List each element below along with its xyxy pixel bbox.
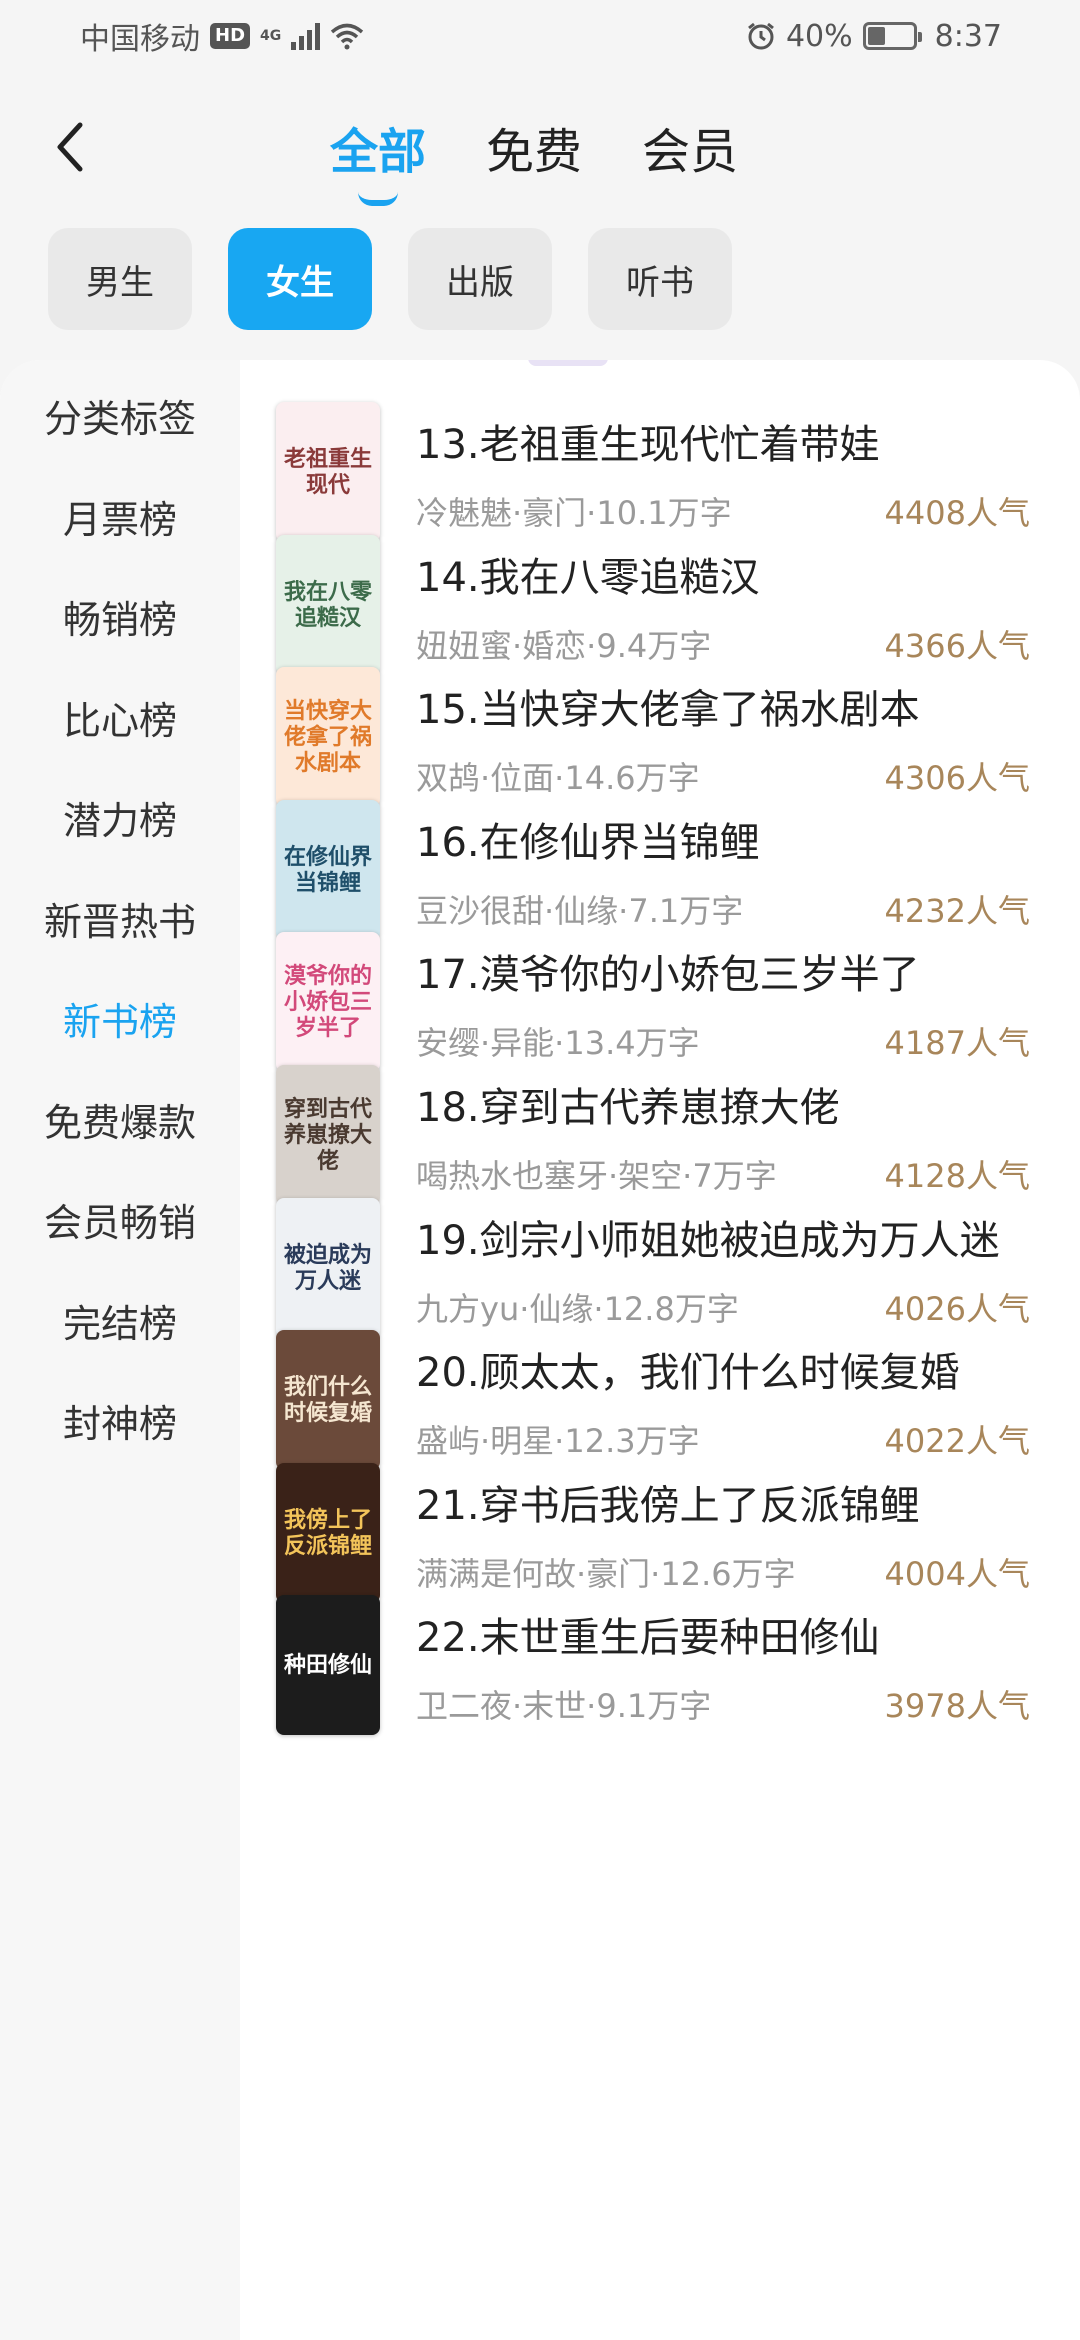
tab-active-indicator	[358, 192, 398, 206]
top-tab-label: 会员	[642, 124, 739, 180]
top-tab-2[interactable]: 会员	[642, 90, 738, 182]
sidebar-item-8[interactable]: 会员畅销	[0, 1192, 240, 1247]
book-cover[interactable]: 老祖重生现代	[276, 402, 380, 542]
book-title[interactable]: 22.末世重生后要种田修仙	[416, 1605, 880, 1663]
book-cover[interactable]: 当快穿大佬拿了祸水剧本	[276, 667, 380, 808]
book-title[interactable]: 19.剑宗小师姐她被迫成为万人迷	[416, 1208, 1000, 1266]
book-meta: 冷魅魅·豪门·10.1万字	[416, 494, 732, 532]
book-popularity: 4026人气	[884, 1289, 1030, 1328]
book-title[interactable]: 16.在修仙界当锦鲤	[416, 810, 760, 868]
top-tab-0[interactable]: 全部	[330, 90, 427, 206]
book-meta: 安缨·异能·13.4万字	[416, 1024, 700, 1063]
network-type: 4G	[260, 28, 282, 44]
book-cover[interactable]: 我傍上了反派锦鲤	[276, 1462, 380, 1603]
sidebar-item-4[interactable]: 潜力榜	[0, 790, 240, 845]
book-cover[interactable]: 我在八零追糙汉	[276, 534, 380, 675]
book-meta: 满满是何故·豪门·12.6万字	[416, 1554, 796, 1593]
book-popularity: 4022人气	[884, 1422, 1030, 1461]
chip-1[interactable]: 女生	[228, 228, 372, 330]
top-tab-label: 免费	[486, 124, 583, 180]
book-popularity: 4187人气	[884, 1024, 1030, 1063]
sidebar-item-9[interactable]: 完结榜	[0, 1293, 240, 1348]
book-row[interactable]: 种田修仙 22.末世重生后要种田修仙卫二夜·末世·9.1万字 3978人气	[240, 1595, 1080, 1793]
book-popularity: 4004人气	[884, 1554, 1030, 1593]
clock: 8:37	[934, 18, 1002, 54]
chip-3[interactable]: 听书	[588, 228, 732, 330]
book-popularity: 4306人气	[884, 759, 1030, 798]
book-title[interactable]: 15.当快穿大佬拿了祸水剧本	[416, 677, 920, 735]
signal-icon	[291, 22, 321, 50]
book-title[interactable]: 20.顾太太，我们什么时候复婚	[416, 1340, 960, 1398]
book-popularity: 4408人气	[884, 494, 1030, 532]
battery-percent: 40%	[785, 18, 853, 54]
ranking-sidebar: 分类标签月票榜畅销榜比心榜潜力榜新晋热书新书榜免费爆款会员畅销完结榜封神榜	[0, 360, 240, 2340]
book-meta: 盛屿·明星·12.3万字	[416, 1422, 700, 1461]
status-left: 中国移动 HD 4G	[80, 14, 364, 58]
book-title[interactable]: 17.漠爷你的小娇包三岁半了	[416, 942, 920, 1000]
sidebar-item-0[interactable]: 分类标签	[0, 388, 240, 443]
top-tab-label: 全部	[330, 124, 427, 180]
book-cover[interactable]: 种田修仙	[276, 1595, 380, 1736]
sidebar-item-6[interactable]: 新书榜	[0, 991, 240, 1046]
sidebar-item-3[interactable]: 比心榜	[0, 690, 240, 745]
sidebar-item-5[interactable]: 新晋热书	[0, 891, 240, 946]
book-title[interactable]: 18.穿到古代养崽撩大佬	[416, 1075, 840, 1133]
chip-2[interactable]: 出版	[408, 228, 552, 330]
book-meta: 双鸪·位面·14.6万字	[416, 759, 700, 798]
battery-icon	[862, 22, 922, 50]
sidebar-item-2[interactable]: 畅销榜	[0, 589, 240, 644]
alarm-icon	[748, 22, 774, 50]
book-popularity: 3978人气	[884, 1687, 1030, 1726]
book-popularity: 4128人气	[884, 1157, 1030, 1195]
sidebar-item-7[interactable]: 免费爆款	[0, 1092, 240, 1147]
book-meta: 喝热水也塞牙·架空·7万字	[416, 1157, 777, 1195]
status-bar: 中国移动 HD 4G 40% 8:37	[0, 0, 1080, 72]
back-button[interactable]	[44, 112, 94, 182]
book-cover[interactable]: 穿到古代养崽撩大佬	[276, 1065, 380, 1205]
book-meta: 九方yu·仙缘·12.8万字	[416, 1289, 739, 1328]
top-nav: 全部 免费 会员	[0, 90, 1080, 206]
book-meta: 卫二夜·末世·9.1万字	[416, 1687, 712, 1726]
book-title[interactable]: 13.老祖重生现代忙着带娃	[416, 412, 880, 470]
book-meta: 豆沙很甜·仙缘·7.1万字	[416, 891, 744, 930]
top-tabs: 全部 免费 会员	[330, 90, 738, 206]
book-cover[interactable]: 我们什么时候复婚	[276, 1330, 380, 1471]
book-meta: 妞妞蜜·婚恋·9.4万字	[416, 626, 712, 665]
book-list[interactable]: 老祖重生现代 13.老祖重生现代忙着带娃冷魅魅·豪门·10.1万字 4408人气我在…	[240, 360, 1080, 2340]
chevron-left-icon	[57, 122, 83, 172]
carrier-name: 中国移动	[80, 22, 200, 57]
sidebar-item-10[interactable]: 封神榜	[0, 1393, 240, 1448]
book-title[interactable]: 14.我在八零追糙汉	[416, 545, 760, 603]
book-cover[interactable]: 被迫成为万人迷	[276, 1197, 380, 1338]
cover-peek	[528, 360, 608, 366]
status-right: 40% 8:37	[746, 19, 1002, 54]
battery-fill	[867, 27, 886, 45]
hd-badge: HD	[210, 23, 251, 49]
sidebar-item-1[interactable]: 月票榜	[0, 489, 240, 544]
ranking-panel: 分类标签月票榜畅销榜比心榜潜力榜新晋热书新书榜免费爆款会员畅销完结榜封神榜 老祖…	[0, 360, 1080, 2340]
wifi-icon	[331, 23, 364, 50]
book-cover[interactable]: 在修仙界当锦鲤	[276, 799, 380, 940]
book-title[interactable]: 21.穿书后我傍上了反派锦鲤	[416, 1473, 920, 1531]
book-popularity: 4232人气	[884, 891, 1030, 930]
top-tab-1[interactable]: 免费	[486, 90, 582, 182]
book-popularity: 4366人气	[884, 626, 1030, 665]
chip-0[interactable]: 男生	[48, 228, 192, 330]
filter-chips: 男生 女生 出版 听书	[48, 228, 732, 330]
book-cover[interactable]: 漠爷你的小娇包三岁半了	[276, 932, 380, 1073]
